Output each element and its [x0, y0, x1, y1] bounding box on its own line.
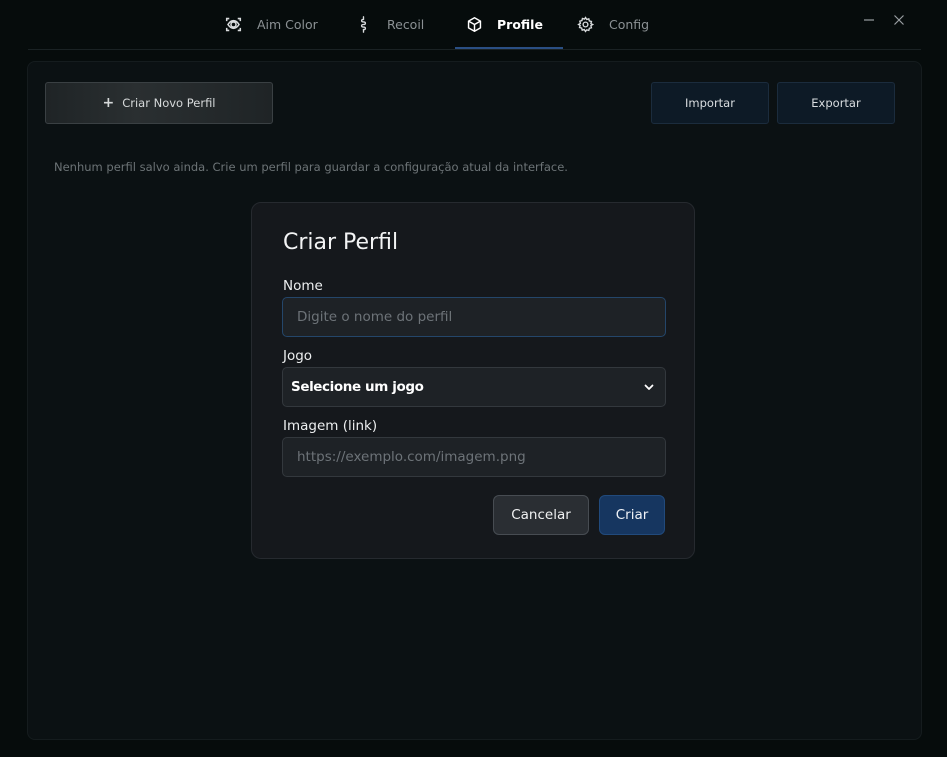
- top-navigation: Aim Color Recoil Profile Config: [0, 0, 947, 50]
- chevron-down-icon: [644, 384, 654, 390]
- tab-profile[interactable]: Profile: [455, 0, 563, 49]
- import-button[interactable]: Importar: [651, 82, 769, 124]
- create-label: Criar: [615, 507, 649, 523]
- close-button[interactable]: [891, 12, 907, 28]
- tab-config[interactable]: Config: [576, 0, 666, 48]
- name-label: Nome: [283, 278, 323, 294]
- game-label: Jogo: [283, 348, 313, 364]
- cube-icon: [465, 15, 483, 33]
- spiral-icon: [354, 15, 372, 33]
- image-label: Imagem (link): [283, 418, 378, 434]
- topbar-divider: [28, 49, 921, 50]
- empty-profiles-message: Nenhum perfil salvo ainda. Crie um perfi…: [54, 160, 568, 174]
- tab-profile-label: Profile: [497, 16, 543, 32]
- minimize-icon: [864, 19, 874, 21]
- export-label: Exportar: [811, 96, 861, 110]
- cancel-label: Cancelar: [511, 507, 571, 523]
- eye-target-icon: [224, 15, 242, 33]
- tab-recoil[interactable]: Recoil: [354, 0, 444, 48]
- image-link-input[interactable]: [282, 437, 666, 477]
- game-select-value: Selecione um jogo: [291, 379, 424, 395]
- tab-config-label: Config: [609, 16, 650, 32]
- import-label: Importar: [685, 96, 735, 110]
- app-window: Aim Color Recoil Profile Config + Criar …: [0, 0, 947, 757]
- create-new-profile-button[interactable]: + Criar Novo Perfil: [45, 82, 273, 124]
- minimize-button[interactable]: [861, 12, 877, 28]
- tab-aim-color-label: Aim Color: [257, 16, 318, 32]
- create-new-profile-label: Criar Novo Perfil: [122, 96, 216, 110]
- tab-recoil-label: Recoil: [387, 16, 425, 32]
- export-button[interactable]: Exportar: [777, 82, 895, 124]
- cancel-button[interactable]: Cancelar: [493, 495, 589, 535]
- create-profile-modal: Criar Perfil Nome Jogo Selecione um jogo…: [251, 202, 695, 559]
- plus-icon: +: [102, 95, 115, 111]
- create-button[interactable]: Criar: [599, 495, 665, 535]
- profile-name-input[interactable]: [282, 297, 666, 337]
- close-icon: [894, 15, 904, 25]
- gear-icon: [576, 15, 594, 33]
- game-select[interactable]: Selecione um jogo: [282, 367, 666, 407]
- modal-title: Criar Perfil: [283, 230, 399, 255]
- tab-aim-color[interactable]: Aim Color: [224, 0, 334, 48]
